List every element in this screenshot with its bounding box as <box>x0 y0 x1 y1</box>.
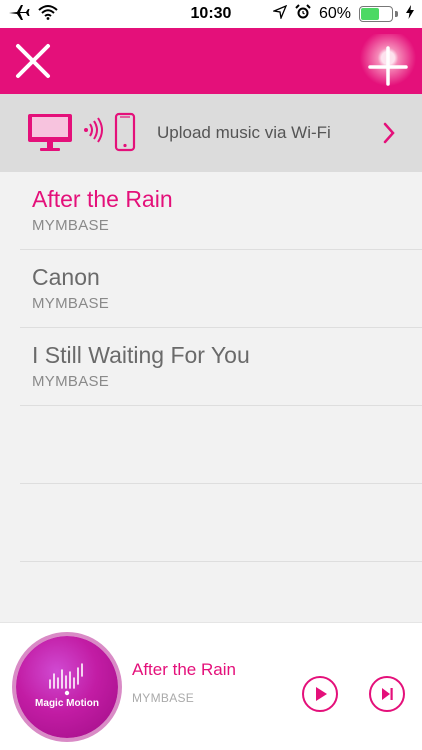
add-button[interactable] <box>358 34 418 94</box>
battery-percent: 60% <box>318 5 351 22</box>
now-playing-bar: Magic Motion After the Rain MYMBASE <box>0 622 422 750</box>
magic-motion-logo-icon <box>49 663 83 696</box>
next-button[interactable] <box>369 676 405 712</box>
header <box>0 28 422 94</box>
charging-icon <box>406 4 414 24</box>
location-icon <box>271 4 288 24</box>
airplane-icon <box>8 4 30 25</box>
song-title: After the Rain <box>32 186 173 212</box>
song-row[interactable]: After the Rain MYMBASE <box>20 172 422 250</box>
wifi-icon <box>38 4 58 25</box>
song-artist: MYMBASE <box>32 217 110 234</box>
upload-wifi-banner[interactable]: Upload music via Wi-Fi <box>0 94 422 172</box>
alarm-icon <box>295 3 311 25</box>
monitor-icon <box>28 114 72 151</box>
phone-icon <box>114 112 136 152</box>
battery-icon <box>359 6 398 22</box>
play-button[interactable] <box>302 676 338 712</box>
status-right: 60% <box>271 3 414 25</box>
skip-next-icon <box>382 688 393 700</box>
empty-row <box>20 484 422 562</box>
add-icon <box>368 46 408 86</box>
status-bar: 10:30 60% <box>0 0 422 28</box>
album-art[interactable]: Magic Motion <box>16 636 118 738</box>
upload-label: Upload music via Wi-Fi <box>157 123 331 142</box>
close-button[interactable] <box>12 40 54 82</box>
player-artist: MYMBASE <box>132 691 195 705</box>
song-row[interactable]: Canon MYMBASE <box>20 250 422 328</box>
song-row[interactable]: I Still Waiting For You MYMBASE <box>20 328 422 406</box>
close-icon <box>16 44 50 78</box>
song-artist: MYMBASE <box>32 295 110 312</box>
album-label: Magic Motion <box>35 698 99 709</box>
player-title: After the Rain <box>132 660 236 679</box>
song-list: After the Rain MYMBASE Canon MYMBASE I S… <box>0 172 422 562</box>
chevron-right-icon <box>383 122 395 144</box>
play-icon <box>316 687 327 701</box>
wireless-signal-icon <box>84 117 103 143</box>
song-title: I Still Waiting For You <box>32 342 250 368</box>
empty-row <box>20 406 422 484</box>
upload-icons <box>28 112 136 152</box>
song-title: Canon <box>32 264 100 290</box>
battery-fill <box>361 8 379 20</box>
status-left <box>8 4 58 25</box>
song-artist: MYMBASE <box>32 373 110 390</box>
